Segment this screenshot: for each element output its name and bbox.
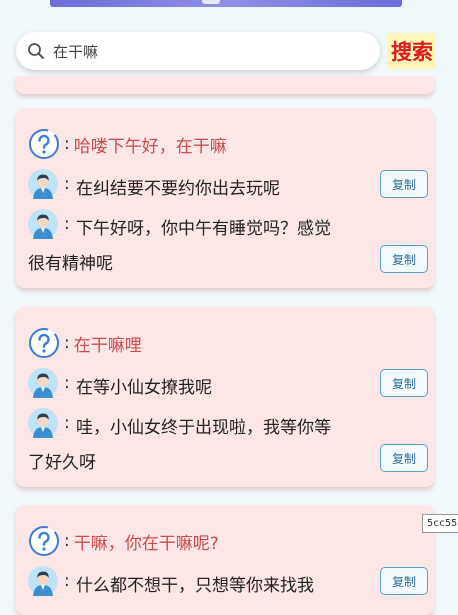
copy-button[interactable]: 复制: [380, 369, 428, 397]
answer-text: 哇，小仙女终于出现啦，我等你等: [76, 418, 331, 438]
search-input[interactable]: [51, 41, 355, 61]
answer-text-continued: 了好久呀: [28, 453, 96, 473]
question-row: : 哈喽下午好，在干嘛: [28, 128, 227, 160]
colon: :: [64, 214, 70, 234]
phrase-card: : 在干嘛哩 : 在等小仙女撩我呢 复制 : 哇，小仙女终于出现啦，我等你等 了…: [16, 307, 434, 487]
question-row: : 在干嘛哩: [28, 327, 142, 359]
search-button[interactable]: 搜索: [388, 33, 436, 69]
avatar-icon: [28, 368, 58, 398]
colon: :: [64, 333, 70, 353]
search-bar[interactable]: [16, 32, 380, 70]
question-icon: [28, 327, 60, 359]
answer-text: 在纠结要不要约你出去玩呢: [76, 179, 280, 199]
question-text: 在干嘛哩: [73, 335, 142, 356]
colon: :: [64, 531, 70, 551]
question-icon: [28, 128, 60, 160]
copy-button[interactable]: 复制: [380, 567, 428, 595]
avatar-icon: [28, 209, 58, 239]
avatar-icon: [28, 566, 58, 596]
previous-card: [16, 76, 434, 94]
avatar-icon: [28, 169, 58, 199]
answer-text: 下午好呀，你中午有睡觉吗？感觉: [76, 219, 331, 239]
colon: :: [64, 413, 70, 433]
question-row: : 干嘛，你在干嘛呢?: [28, 525, 219, 557]
phrase-card: : 干嘛，你在干嘛呢? : 什么都不想干，只想等你来找我 复制: [16, 505, 434, 615]
colon: :: [64, 134, 70, 154]
answer-text: 在等小仙女撩我呢: [76, 378, 212, 398]
avatar-icon: [28, 408, 58, 438]
phrase-card: : 哈喽下午好，在干嘛 : 在纠结要不要约你出去玩呢 复制 : 下午好呀，你中午…: [16, 108, 434, 288]
search-icon: [25, 40, 47, 62]
copy-button[interactable]: 复制: [380, 245, 428, 273]
top-banner-image: [50, 0, 402, 7]
copy-button[interactable]: 复制: [380, 170, 428, 198]
question-text: 哈喽下午好，在干嘛: [73, 136, 227, 157]
question-icon: [28, 525, 60, 557]
copy-button[interactable]: 复制: [380, 444, 428, 472]
answer-text: 什么都不想干，只想等你来找我: [76, 576, 314, 596]
question-text: 干嘛，你在干嘛呢?: [73, 533, 219, 554]
colon: :: [64, 174, 70, 194]
colon: :: [64, 571, 70, 591]
colon: :: [64, 373, 70, 393]
answer-text-continued: 很有精神呢: [28, 254, 113, 274]
side-tag: 5cc55: [422, 514, 458, 533]
